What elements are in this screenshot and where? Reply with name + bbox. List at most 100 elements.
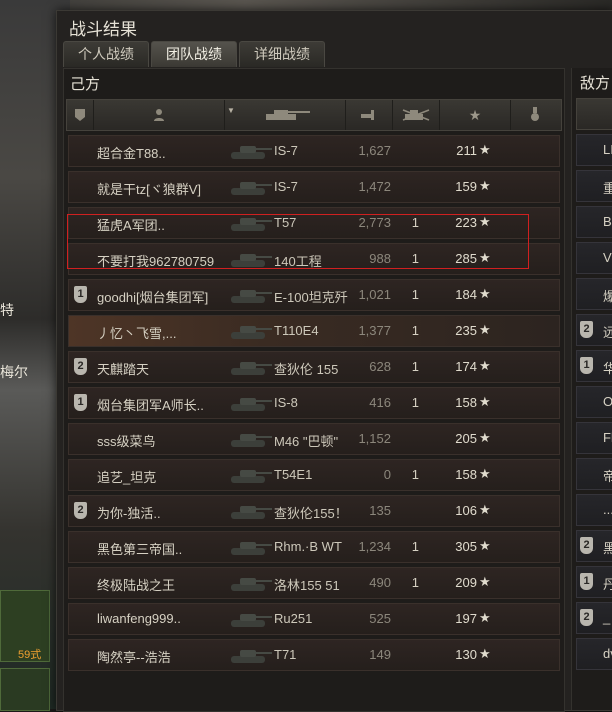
player-row[interactable]: liwanfeng999.. Ru251 525 197 ★	[68, 603, 560, 635]
player-name: LI	[603, 142, 612, 157]
tab-team[interactable]: 团队战绩	[151, 41, 237, 67]
star-icon: ★	[479, 322, 491, 337]
enemy-rows: LI 重 BJ Vi 爆 2远 1华 O Fl 帝... 2黑 1丹 2_dv	[576, 134, 612, 674]
mastery-badge-icon: 2	[580, 321, 593, 338]
damage-value: 490	[369, 575, 391, 590]
header-kills-column[interactable]	[393, 100, 440, 130]
tank-icon	[266, 110, 310, 120]
player-row[interactable]: sss级菜鸟 M46 "巴顿" 1,152 205 ★	[68, 423, 560, 455]
player-name: 黑色第三帝国..	[97, 542, 183, 557]
player-name: liwanfeng999..	[97, 611, 181, 626]
enemy-player-row[interactable]: ...	[576, 494, 612, 526]
exp-value: 159	[455, 179, 477, 194]
player-icon	[154, 109, 164, 121]
enemy-player-row[interactable]: LI	[576, 134, 612, 166]
star-icon: ★	[479, 214, 491, 229]
tank-name: 查狄伦 155	[274, 362, 339, 377]
tab-personal[interactable]: 个人战绩	[63, 41, 149, 67]
kills-value: 1	[411, 251, 419, 266]
tank-name: 洛林155 51	[274, 578, 340, 593]
kills-value: 1	[411, 575, 419, 590]
background-label: 梅尔	[0, 364, 28, 380]
damage-value: 149	[369, 647, 391, 662]
player-row[interactable]: 丿忆丶飞雪,... T110E4 1,377 1 235 ★	[68, 315, 560, 347]
enemy-player-row[interactable]: 2 _	[576, 602, 612, 634]
player-row[interactable]: 超合金T88.. IS-7 1,627 211 ★	[68, 135, 560, 167]
player-name: 超合金T88..	[97, 146, 166, 161]
player-row[interactable]: 黑色第三帝国.. Rhm.·B WT 1,234 1 305 ★	[68, 531, 560, 563]
tank-name: M46 "巴顿"	[274, 434, 339, 449]
exp-value: 158	[455, 395, 477, 410]
player-name: ...	[603, 502, 612, 517]
results-table-header: ▼ ★	[66, 99, 562, 131]
enemy-player-row[interactable]: 2远	[576, 314, 612, 346]
player-name: 天麒踏天	[97, 362, 150, 377]
player-row[interactable]: 2 为你-独活.. 查狄伦155！ 135 106 ★	[68, 495, 560, 527]
player-row[interactable]: 1 goodhi[烟台集团军] E-100坦克歼 1,021 1 184 ★	[68, 279, 560, 311]
star-icon: ★	[479, 178, 491, 193]
tank-name: T110E4	[274, 323, 319, 338]
player-name: BJ	[603, 214, 612, 229]
tank-name: Rhm.·B WT	[274, 539, 342, 554]
player-row[interactable]: 终极陆战之王 洛林155 51 490 1 209 ★	[68, 567, 560, 599]
damage-value: 135	[369, 503, 391, 518]
tank-silhouette-icon	[231, 290, 272, 303]
enemy-player-row[interactable]: Vi	[576, 242, 612, 274]
star-icon: ★	[479, 538, 491, 553]
damage-value: 525	[369, 611, 391, 626]
player-row[interactable]: 1 烟台集团军A师长.. IS-8 416 1 158 ★	[68, 387, 560, 419]
kills-value: 1	[411, 287, 419, 302]
player-row[interactable]: 2 天麒踏天 查狄伦 155 628 1 174 ★	[68, 351, 560, 383]
player-row[interactable]: 就是干tz[ヾ狼群V] IS-7 1,472 159 ★	[68, 171, 560, 203]
enemy-player-row[interactable]: Fl	[576, 422, 612, 454]
tank-silhouette-icon	[231, 650, 272, 663]
header-badge-column[interactable]	[67, 100, 94, 130]
enemy-player-row[interactable]: dv	[576, 638, 612, 670]
player-name: 华	[603, 358, 612, 377]
kills-value: 1	[411, 215, 419, 230]
player-name: 丿忆丶飞雪,...	[97, 326, 177, 341]
enemy-player-row[interactable]: 重	[576, 170, 612, 202]
mastery-badge-icon: 1	[74, 286, 87, 303]
header-medal-column[interactable]	[511, 100, 559, 130]
header-exp-column[interactable]: ★	[440, 100, 511, 130]
header-tank-column[interactable]	[225, 100, 346, 130]
background-label: 特	[0, 302, 14, 318]
tank-silhouette-icon	[231, 434, 272, 447]
exp-value: 106	[455, 503, 477, 518]
tab-detailed[interactable]: 详细战绩	[239, 41, 325, 67]
exp-value: 130	[455, 647, 477, 662]
star-icon: ★	[479, 142, 491, 157]
damage-value: 2,773	[358, 215, 391, 230]
player-name: 烟台集团军A师长..	[97, 398, 204, 413]
player-row[interactable]: 陶然亭--浩浩 T71 149 130 ★	[68, 639, 560, 671]
exp-value: 209	[455, 575, 477, 590]
player-name: Fl	[603, 430, 612, 445]
player-row[interactable]: 不要打我962780759 140工程 988 1 285 ★	[68, 243, 560, 275]
enemy-player-row[interactable]: 爆	[576, 278, 612, 310]
player-name: 就是干tz[ヾ狼群V]	[97, 182, 202, 197]
player-row[interactable]: 追艺_坦克 T54E1 0 1 158 ★	[68, 459, 560, 491]
header-player-column[interactable]	[94, 100, 225, 130]
enemy-player-row[interactable]: 1华	[576, 350, 612, 382]
exp-value: 285	[455, 251, 477, 266]
enemy-player-row[interactable]: 2黑	[576, 530, 612, 562]
tank-name: T54E1	[274, 467, 313, 482]
battle-results-window: 战斗结果 个人战绩 团队战绩 详细战绩 己方 ▼ ★ 超合金T88.. IS-7…	[56, 10, 612, 712]
ally-rows: 超合金T88.. IS-7 1,627 211 ★ 就是干tz[ヾ狼群V] IS-7 1,47…	[68, 135, 560, 675]
kills-value: 1	[411, 323, 419, 338]
enemy-player-row[interactable]: O	[576, 386, 612, 418]
enemy-player-row[interactable]: 1丹	[576, 566, 612, 598]
player-name: Vi	[603, 250, 612, 265]
player-name: 帝	[603, 466, 612, 485]
tank-silhouette-icon	[231, 182, 272, 195]
medal-icon	[531, 107, 539, 121]
tank-name: E-100坦克歼	[274, 290, 348, 305]
header-damage-column[interactable]	[346, 100, 393, 130]
player-row[interactable]: 猛虎A军团.. T57 2,773 1 223 ★	[68, 207, 560, 239]
exp-value: 197	[455, 611, 477, 626]
enemy-player-row[interactable]: BJ	[576, 206, 612, 238]
background-tank-card[interactable]	[0, 668, 50, 711]
enemy-player-row[interactable]: 帝	[576, 458, 612, 490]
enemy-team-panel: 敌方 LI重BJVi爆2远1华OFl帝...2黑1丹2_dv	[571, 68, 612, 710]
